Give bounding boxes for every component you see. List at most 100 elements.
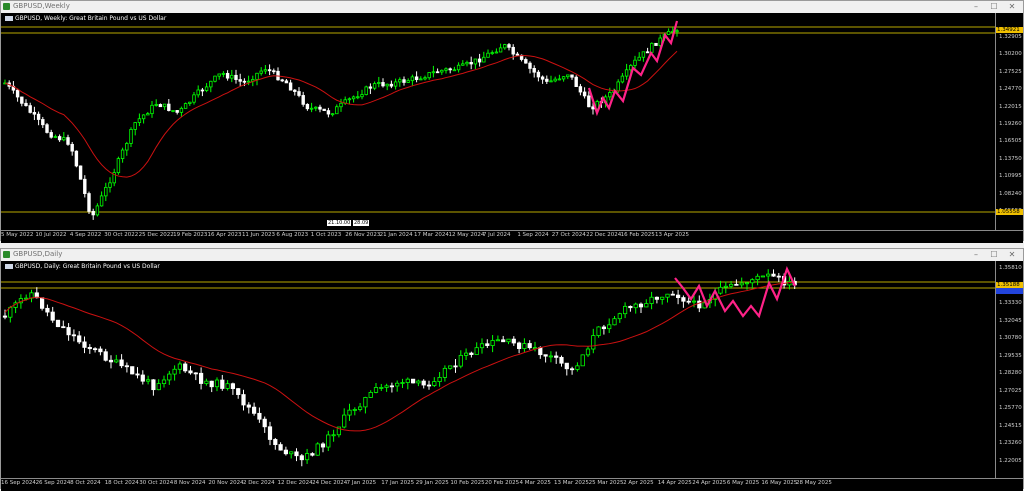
time-tick-label: 2 Dec 2024 [242,480,275,486]
candle-body [686,300,691,303]
candle-body [570,74,574,78]
candle-body [766,273,771,277]
time-tick-label: 13 Mar 2025 [554,480,589,486]
daily-chart-window[interactable]: GBPUSD,Daily – ☐ ✕ GBPUSD, Daily: Great … [0,248,1024,491]
price-tick-label: 1.28280 [999,370,1022,377]
candle-body [192,94,196,103]
candle-body [697,300,702,309]
close-button[interactable]: ✕ [1003,1,1021,12]
candle-body [213,75,217,82]
price-tick-label: 1.32905 [999,34,1022,40]
candle-body [193,372,198,375]
time-tick-label: 12 May 2024 [448,232,485,238]
candle-body [267,426,273,440]
candle-body [453,365,458,368]
candle-body [649,296,654,304]
time-tick-label: 1 Sep 2024 [517,232,549,238]
candle-body [760,275,766,278]
candle-body [183,363,188,372]
candle-body [45,124,49,133]
candle-body [352,409,357,411]
candle-body [456,64,461,71]
time-tick-label: 4 Mar 2025 [519,480,551,486]
candle-body [423,77,427,80]
candle-body [363,397,368,408]
candle-body [183,103,188,109]
candlestick-chart [1,20,995,220]
candle-body [372,83,377,89]
minimize-button[interactable]: – [967,249,985,260]
candle-body [564,362,569,370]
candle-body [98,348,103,353]
candle-body [241,394,246,406]
candle-body [596,326,601,336]
candle-body [486,52,490,58]
candle-body [515,53,520,56]
candle-body [543,354,548,357]
candle-body [151,379,156,391]
candle-body [70,143,74,152]
maximize-button[interactable]: ☐ [985,249,1003,260]
price-chart[interactable]: GBPUSD, Daily: Great Britain Pound vs US… [1,261,1023,478]
candle-body [617,313,622,320]
candle-body [225,72,230,79]
price-tick-label: 1.16505 [999,138,1022,145]
time-tick-label: 12 Dec 2024 [277,480,313,486]
time-tick-label: 25 Mar 2025 [588,480,624,486]
candle-body [585,348,591,356]
candle-body [200,89,205,92]
price-tick-label: 1.25770 [999,405,1022,412]
title-bar[interactable]: GBPUSD,Daily – ☐ ✕ [1,249,1023,260]
candle-body [238,79,242,82]
candle-body [15,89,20,98]
candle-body [591,335,596,350]
candle-body [532,68,536,73]
candle-body [342,414,347,428]
candle-body [469,352,474,355]
candle-body [314,106,318,109]
candle-body [691,300,697,303]
candle-body [272,70,276,73]
candle-body [246,404,251,408]
candle-body [398,79,402,83]
candle-body [482,56,486,63]
candle-body [660,296,665,300]
candle-body [347,409,352,416]
candle-body [650,42,654,53]
candle-body [431,71,436,74]
candle-body [432,381,437,386]
candle-body [623,305,628,315]
candle-body [154,104,158,106]
time-tick-label: 20 Nov 2024 [208,480,244,486]
candle-body [405,378,410,383]
candle-body [675,30,679,33]
maximize-button[interactable]: ☐ [985,1,1003,12]
candle-body [32,112,37,115]
title-bar[interactable]: GBPUSD,Weekly – ☐ ✕ [1,1,1023,12]
candle-body [739,282,744,286]
price-tick-label: 1.08240 [999,190,1022,197]
candle-body [66,137,70,145]
candle-body [624,69,629,77]
candle-body [108,182,112,188]
candle-body [62,137,66,141]
time-tick-label: 5 May 2022 [1,232,34,238]
candle-body [612,318,617,326]
candle-body [448,68,452,71]
candle-body [654,42,658,46]
price-tick-label: 1.29535 [999,352,1022,359]
candle-body [120,149,125,159]
price-chart[interactable]: GBPUSD, Weekly: Great Britain Pound vs U… [1,13,1023,230]
weekly-chart-window[interactable]: GBPUSD,Weekly – ☐ ✕ GBPUSD, Weekly: Grea… [0,0,1024,243]
time-tick-label: 30 Oct 2024 [139,480,174,486]
candle-body [82,341,87,348]
candle-body [196,89,200,96]
candle-body [156,383,161,391]
minimize-button[interactable]: – [967,1,985,12]
candle-body [177,363,182,370]
candle-body [347,98,352,101]
candle-body [351,96,356,100]
candle-body [616,81,620,92]
close-button[interactable]: ✕ [1003,249,1021,260]
candle-body [20,96,24,104]
